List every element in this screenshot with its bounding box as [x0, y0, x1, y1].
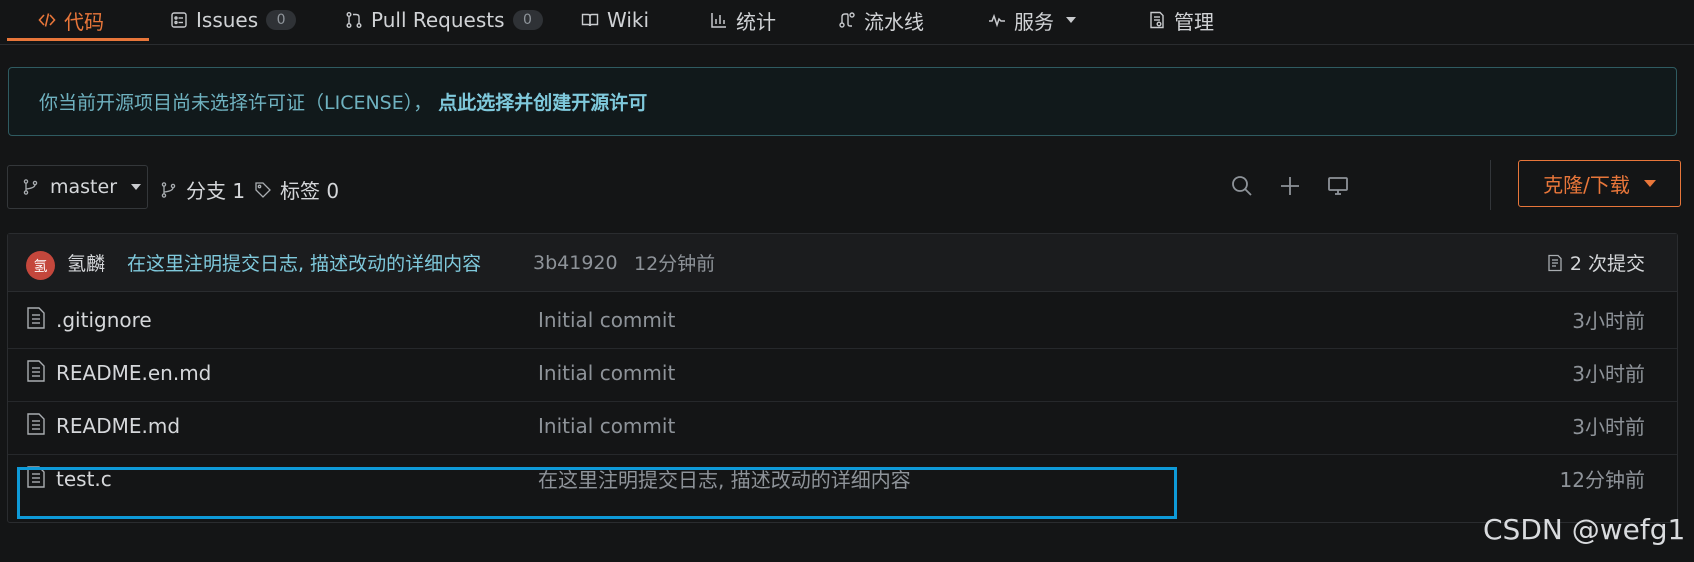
settings-doc-icon — [1148, 11, 1166, 29]
tab-services[interactable]: 服务 — [988, 0, 1076, 40]
file-time: 3小时前 — [1572, 415, 1645, 439]
file-commit-message[interactable]: Initial commit — [538, 361, 675, 385]
branches-label: 分支 1 — [186, 179, 246, 203]
branch-select[interactable]: master — [7, 165, 148, 209]
commit-author[interactable]: 氢麟 — [67, 249, 105, 276]
file-time: 3小时前 — [1572, 309, 1645, 333]
issue-icon — [170, 11, 188, 29]
file-time: 3小时前 — [1572, 362, 1645, 386]
repo-nav-tabs: 代码 Issues 0 Pull Requests 0 Wiki 统计 流水线 — [0, 0, 1694, 45]
tab-code[interactable]: 代码 — [38, 0, 104, 40]
file-commit-message[interactable]: Initial commit — [538, 308, 675, 332]
pr-count-badge: 0 — [512, 10, 543, 30]
plus-icon[interactable] — [1276, 172, 1304, 200]
chevron-down-icon — [1643, 180, 1656, 187]
branch-name: master — [50, 176, 118, 198]
commits-count-label: 2 次提交 — [1569, 253, 1645, 275]
pull-request-icon — [345, 11, 363, 29]
commits-count-link[interactable]: 2 次提交 — [1546, 249, 1645, 276]
file-commit-message[interactable]: 在这里注明提交日志, 描述改动的详细内容 — [538, 464, 911, 493]
tab-issues[interactable]: Issues 0 — [170, 0, 297, 40]
tab-manage[interactable]: 管理 — [1148, 0, 1214, 40]
tab-label: 流水线 — [864, 9, 924, 34]
monitor-icon[interactable] — [1324, 172, 1352, 200]
commit-sha[interactable]: 3b41920 — [533, 252, 618, 274]
license-notice: 你当前开源项目尚未选择许可证（LICENSE）， 点此选择并创建开源许可 — [8, 67, 1677, 136]
tab-pipeline[interactable]: 流水线 — [838, 0, 924, 40]
table-row[interactable]: README.en.md Initial commit 3小时前 — [8, 344, 1677, 402]
tab-label: Issues — [196, 8, 259, 32]
tag-icon — [254, 181, 272, 199]
chart-icon — [710, 11, 728, 29]
tab-label: Pull Requests — [371, 8, 505, 32]
file-name[interactable]: .gitignore — [56, 308, 152, 332]
tags-link[interactable]: 标签 0 — [254, 175, 339, 204]
file-icon — [26, 360, 46, 382]
table-row[interactable]: test.c 在这里注明提交日志, 描述改动的详细内容 12分钟前 — [8, 450, 1677, 507]
file-list: 氢 氢麟 在这里注明提交日志, 描述改动的详细内容 3b41920 12分钟前 … — [7, 233, 1678, 523]
active-tab-indicator — [7, 38, 149, 41]
commit-time: 12分钟前 — [634, 253, 716, 275]
tab-label: Wiki — [607, 8, 650, 32]
tab-statistics[interactable]: 统计 — [710, 0, 776, 40]
code-icon — [38, 11, 56, 29]
branch-icon — [160, 181, 178, 199]
tab-label: 服务 — [1014, 9, 1054, 34]
search-icon[interactable] — [1228, 172, 1256, 200]
branches-link[interactable]: 分支 1 — [160, 175, 245, 204]
pipeline-icon — [838, 11, 856, 29]
table-row[interactable]: .gitignore Initial commit 3小时前 — [8, 291, 1677, 349]
commit-message[interactable]: 在这里注明提交日志, 描述改动的详细内容 — [127, 249, 481, 276]
tab-pull-requests[interactable]: Pull Requests 0 — [345, 0, 543, 40]
license-notice-text: 你当前开源项目尚未选择许可证（LICENSE）， — [39, 92, 433, 114]
branch-icon — [22, 178, 40, 196]
tags-label: 标签 0 — [280, 179, 340, 203]
file-name[interactable]: README.md — [56, 414, 180, 438]
pulse-icon — [988, 11, 1006, 29]
chevron-down-icon — [1066, 17, 1076, 23]
tab-label: 管理 — [1174, 9, 1214, 34]
latest-commit-bar: 氢 氢麟 在这里注明提交日志, 描述改动的详细内容 3b41920 12分钟前 … — [8, 234, 1677, 292]
tab-label: 代码 — [64, 9, 104, 34]
create-license-link[interactable]: 点此选择并创建开源许可 — [438, 88, 647, 115]
avatar[interactable]: 氢 — [26, 251, 55, 280]
file-time: 12分钟前 — [1559, 468, 1645, 492]
file-icon — [26, 466, 46, 488]
file-commit-message[interactable]: Initial commit — [538, 414, 675, 438]
clone-download-label: 克隆/下载 — [1543, 173, 1630, 197]
tab-wiki[interactable]: Wiki — [581, 0, 649, 40]
table-row[interactable]: README.md Initial commit 3小时前 — [8, 397, 1677, 455]
clone-download-button[interactable]: 克隆/下载 — [1518, 160, 1681, 207]
file-icon — [26, 413, 46, 435]
file-name[interactable]: README.en.md — [56, 361, 211, 385]
watermark: CSDN @wefg1 — [1483, 513, 1686, 546]
commit-history-icon — [1546, 254, 1564, 272]
toolbar-divider — [1490, 160, 1491, 210]
tab-label: 统计 — [736, 9, 776, 34]
chevron-down-icon — [131, 184, 142, 190]
issues-count-badge: 0 — [266, 10, 297, 30]
book-icon — [581, 11, 599, 29]
file-name[interactable]: test.c — [56, 467, 112, 491]
file-icon — [26, 307, 46, 329]
